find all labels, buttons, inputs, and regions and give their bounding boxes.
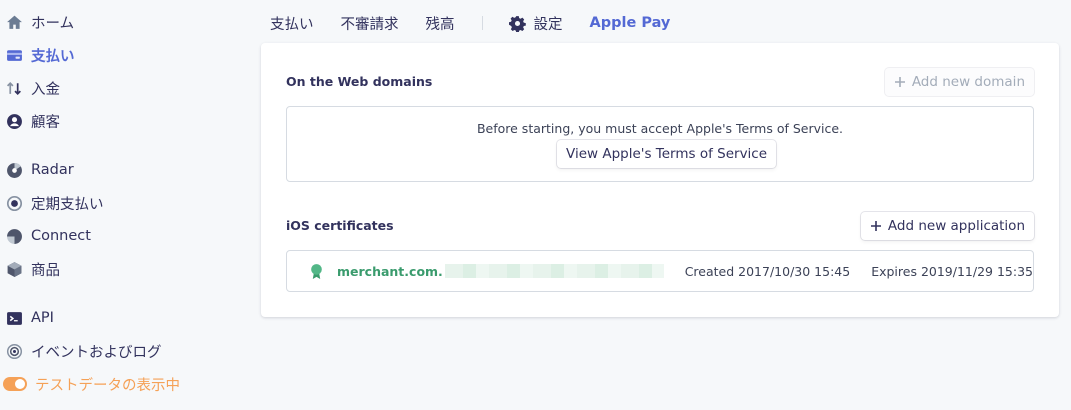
sidebar-item-api[interactable]: API [6,306,54,330]
sidebar-item-label: API [31,310,54,326]
sidebar-item-label: 顧客 [31,114,60,131]
tab-divider [481,16,483,30]
view-terms-label: View Apple's Terms of Service [566,146,768,162]
add-application-button[interactable]: Add new application [860,212,1034,240]
gear-icon [508,15,526,32]
sidebar-item-label: イベントおよびログ [31,344,162,361]
radar-icon [6,162,23,179]
sidebar-item-home[interactable]: ホーム [6,10,74,34]
add-domain-label: Add new domain [911,74,1025,90]
page: ホーム 支払い 入金 顧客 Radar 定期支払い Connect 商品 API… [0,0,1071,410]
redacted-identifier [444,264,664,278]
tab-settings[interactable]: 設定 [508,13,563,34]
sidebar: ホーム 支払い 入金 顧客 Radar 定期支払い Connect 商品 API… [0,0,250,410]
test-mode-label: テストデータの表示中 [35,377,180,394]
customer-icon [6,113,23,130]
plus-icon [870,220,882,232]
certificate-row[interactable]: merchant.com. Created 2017/10/30 15:45 E… [287,251,1033,291]
terms-notice-text: Before starting, you must accept Apple's… [476,121,844,136]
add-application-label: Add new application [887,218,1025,234]
sidebar-item-label: Connect [31,228,91,244]
add-domain-button[interactable]: Add new domain [884,68,1034,96]
sidebar-item-label: 入金 [31,81,60,98]
terms-notice-box: Before starting, you must accept Apple's… [286,106,1034,182]
sidebar-item-products[interactable]: 商品 [6,257,60,281]
tab-label: 設定 [533,16,563,33]
tab-bar: 支払い 不審請求 残高 設定 Apple Pay [270,10,697,36]
apple-pay-card: On the Web domains Add new domain Before… [261,43,1059,317]
certificate-ribbon-icon [308,263,325,280]
sidebar-item-label: 支払い [31,48,75,65]
certificate-expires: Expires 2019/11/29 15:35 [871,263,1033,279]
sidebar-item-events[interactable]: イベントおよびログ [6,339,162,363]
web-domains-title: On the Web domains [286,74,433,89]
sidebar-item-label: ホーム [31,15,75,32]
sidebar-item-label: 商品 [31,262,60,279]
connect-icon [6,228,23,245]
tab-apple-pay[interactable]: Apple Pay [590,15,671,31]
sidebar-item-label: 定期支払い [31,196,104,213]
sidebar-item-customers[interactable]: 顧客 [6,109,60,133]
payments-icon [6,47,23,64]
view-terms-button[interactable]: View Apple's Terms of Service [557,140,777,168]
sidebar-item-connect[interactable]: Connect [6,224,91,248]
sidebar-item-label: Radar [31,162,74,178]
toggle-icon [3,376,27,393]
terminal-icon [6,310,23,327]
tab-balance[interactable]: 残高 [426,13,455,34]
product-icon [6,261,23,278]
sidebar-item-payments[interactable]: 支払い [6,43,75,67]
certificate-created: Created 2017/10/30 15:45 [684,263,851,279]
tab-disputes[interactable]: 不審請求 [341,13,399,34]
ios-certificates-title: iOS certificates [286,218,394,233]
certificate-name: merchant.com. [337,263,443,279]
sidebar-item-radar[interactable]: Radar [6,158,74,182]
events-icon [6,343,23,360]
certificate-list: merchant.com. Created 2017/10/30 15:45 E… [286,250,1034,292]
test-mode-toggle[interactable]: テストデータの表示中 [3,372,180,396]
sidebar-item-payouts[interactable]: 入金 [6,76,60,100]
tab-payments[interactable]: 支払い [270,13,314,34]
home-icon [6,14,23,31]
transfer-icon [6,80,23,97]
plus-icon [894,76,906,88]
sidebar-item-subscriptions[interactable]: 定期支払い [6,191,104,215]
subscription-icon [6,195,23,212]
